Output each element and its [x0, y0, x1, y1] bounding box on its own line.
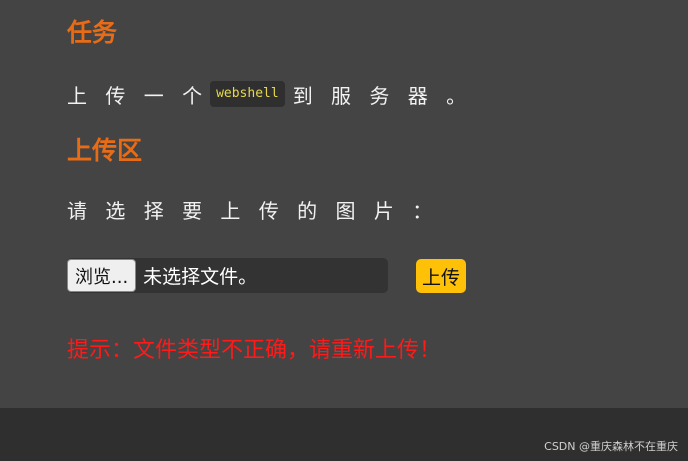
- task-code: webshell: [210, 81, 285, 107]
- upload-heading: 上传区: [67, 136, 143, 165]
- task-heading: 任务: [67, 18, 118, 47]
- task-description: 上 传 一 个 webshell 到 服 务 器 。: [67, 79, 472, 109]
- footer: CSDN @重庆森林不在重庆: [0, 408, 688, 461]
- error-hint: 提示：文件类型不正确，请重新上传！: [67, 338, 442, 363]
- page: 任务 上 传 一 个 webshell 到 服 务 器 。 上传区 请 选 择 …: [0, 0, 688, 461]
- watermark: CSDN @重庆森林不在重庆: [544, 440, 678, 453]
- upload-button[interactable]: 上传: [416, 259, 467, 293]
- upload-prompt: 请 选 择 要 上 传 的 图 片 ：: [67, 199, 439, 223]
- task-text-before: 上 传 一 个: [67, 83, 209, 108]
- file-status: 未选择文件。: [143, 266, 258, 288]
- browse-button[interactable]: 浏览...: [67, 259, 137, 292]
- task-text-after: 到 服 务 器 。: [292, 83, 473, 108]
- file-input[interactable]: 浏览... 未选择文件。: [67, 258, 388, 293]
- main-content: 任务 上 传 一 个 webshell 到 服 务 器 。 上传区 请 选 择 …: [67, 0, 667, 408]
